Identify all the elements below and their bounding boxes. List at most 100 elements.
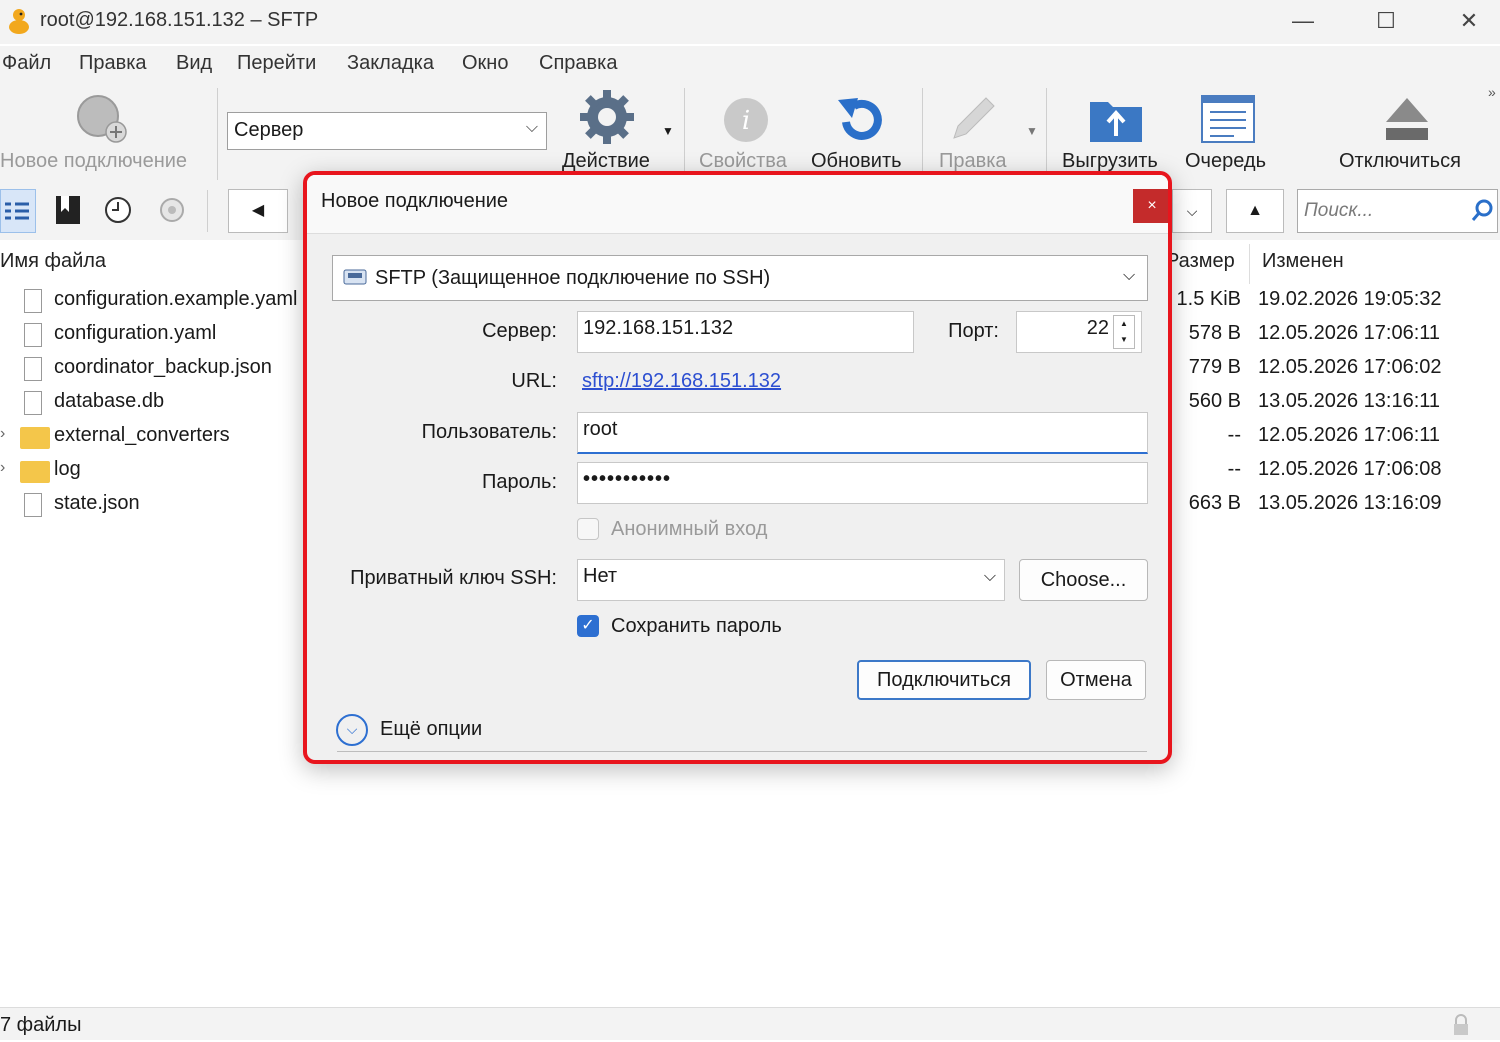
protocol-select[interactable]: SFTP (Защищенное подключение по SSH) ⌵ [332, 255, 1148, 301]
menu-help[interactable]: Справка [539, 52, 617, 75]
close-window-button[interactable]: ✕ [1449, 6, 1489, 36]
file-name: coordinator_backup.json [54, 356, 272, 378]
file-size: -- [1227, 424, 1241, 446]
expand-options-icon[interactable]: ⌵ [336, 714, 368, 746]
ssh-key-label: Приватный ключ SSH: [350, 567, 557, 589]
info-icon: i [722, 96, 770, 144]
window-title: root@192.168.151.132 – SFTP [40, 9, 319, 31]
dialog-close-button[interactable]: × [1133, 189, 1168, 223]
username-input[interactable]: root [577, 412, 1148, 454]
file-modified: 12.05.2026 17:06:11 [1258, 322, 1441, 344]
column-header-modified[interactable]: Изменен [1262, 250, 1344, 273]
sftp-drive-icon [343, 266, 367, 288]
menu-window[interactable]: Окно [462, 52, 508, 75]
search-input[interactable]: Поиск... [1297, 189, 1498, 233]
eject-icon [1384, 96, 1430, 144]
port-spinner[interactable]: ▲ ▼ [1113, 315, 1135, 349]
toolbar-overflow-icon[interactable]: » [1488, 84, 1496, 100]
protocol-value: SFTP (Защищенное подключение по SSH) [375, 267, 771, 289]
menu-bar: Файл Правка Вид Перейти Закладка Окно Сп… [0, 46, 1500, 80]
column-header-name[interactable]: Имя файла [0, 250, 106, 273]
server-label: Сервер: [482, 320, 557, 342]
file-name: state.json [54, 492, 140, 514]
new-connection-button[interactable]: Новое подключение [0, 150, 187, 173]
svg-text:i: i [742, 106, 750, 136]
toolbar-separator [217, 88, 218, 180]
back-button[interactable]: ◀ [228, 189, 288, 233]
chevron-down-icon: ⌵ [983, 568, 996, 585]
file-modified: 12.05.2026 17:06:02 [1258, 356, 1442, 378]
dialog-title: Новое подключение [321, 190, 509, 212]
refresh-icon [832, 92, 888, 148]
port-label: Порт: [948, 320, 999, 342]
path-dropdown-button[interactable]: ⌵ [1172, 189, 1212, 233]
toolbar-separator [922, 88, 923, 180]
cancel-button[interactable]: Отмена [1046, 660, 1146, 700]
json-file-icon [24, 493, 42, 517]
file-name: configuration.example.yaml [54, 288, 298, 310]
folder-icon [20, 427, 50, 449]
file-modified: 19.02.2026 19:05:32 [1258, 288, 1442, 310]
url-link[interactable]: sftp://192.168.151.132 [582, 370, 781, 393]
json-file-icon [24, 357, 42, 381]
gear-icon [578, 88, 636, 146]
title-bar: root@192.168.151.132 – SFTP — ☐ ✕ [0, 0, 1500, 44]
menu-file[interactable]: Файл [2, 52, 51, 75]
bookmarks-icon[interactable] [50, 192, 86, 228]
file-modified: 12.05.2026 17:06:08 [1258, 458, 1442, 480]
file-modified: 12.05.2026 17:06:11 [1258, 424, 1441, 446]
browser-view-toggle[interactable] [0, 189, 36, 233]
column-divider [1249, 244, 1250, 284]
upload-button[interactable]: Выгрузить [1062, 150, 1158, 173]
connect-button[interactable]: Подключиться [857, 660, 1031, 700]
maximize-button[interactable]: ☐ [1366, 6, 1406, 36]
yaml-file-icon [24, 289, 42, 313]
status-file-count: 7 файлы [0, 1014, 82, 1036]
chevron-down-icon: ⌵ [525, 119, 538, 136]
file-name: log [54, 458, 81, 480]
yaml-file-icon [24, 323, 42, 347]
search-icon [1470, 198, 1496, 224]
history-clock-icon[interactable] [100, 192, 136, 228]
menu-bookmark[interactable]: Закладка [347, 52, 434, 75]
new-connection-dialog: Новое подключение × SFTP (Защищенное под… [303, 171, 1172, 764]
app-duck-icon [9, 9, 29, 34]
status-bar: 7 файлы [0, 1007, 1500, 1040]
server-input[interactable]: 192.168.151.132 [577, 311, 914, 353]
minimize-button[interactable]: — [1283, 6, 1323, 36]
properties-button[interactable]: Свойства [699, 150, 787, 173]
edit-button[interactable]: Правка [939, 150, 1007, 173]
refresh-button[interactable]: Обновить [811, 150, 902, 173]
file-size: -- [1227, 458, 1241, 480]
choose-key-button[interactable]: Choose... [1019, 559, 1148, 601]
password-label: Пароль: [482, 471, 557, 493]
expand-chevron-icon[interactable]: › [0, 459, 5, 477]
action-button[interactable]: Действие [562, 150, 650, 173]
database-file-icon [24, 391, 42, 415]
action-dropdown-icon[interactable]: ▼ [662, 124, 674, 138]
anonymous-login-checkbox[interactable] [577, 518, 599, 540]
ssh-key-value: Нет [583, 565, 618, 587]
menu-edit[interactable]: Правка [79, 52, 147, 75]
menu-view[interactable]: Вид [176, 52, 212, 75]
expand-chevron-icon[interactable]: › [0, 425, 5, 443]
bonjour-icon[interactable] [154, 192, 190, 228]
queue-button[interactable]: Очередь [1185, 150, 1266, 173]
edit-dropdown-icon[interactable]: ▼ [1026, 124, 1038, 138]
file-size: 578 B [1188, 322, 1241, 344]
server-bookmark-select[interactable]: Сервер ⌵ [227, 112, 547, 150]
password-input[interactable]: ••••••••••• [577, 462, 1148, 504]
queue-list-icon [1200, 94, 1256, 144]
disconnect-button[interactable]: Отключиться [1339, 150, 1461, 173]
column-header-size[interactable]: Размер [1166, 250, 1235, 273]
menu-go[interactable]: Перейти [237, 52, 316, 75]
file-modified: 13.05.2026 13:16:11 [1258, 390, 1441, 412]
parent-folder-button[interactable]: ▲ [1226, 189, 1284, 233]
more-options-toggle[interactable]: Ещё опции [380, 718, 482, 741]
username-label: Пользователь: [421, 421, 557, 443]
file-size: 663 B [1188, 492, 1241, 514]
ssh-key-select[interactable]: Нет ⌵ [577, 559, 1005, 601]
save-password-checkbox[interactable]: ✓ [577, 615, 599, 637]
chevron-down-icon: ⌵ [1123, 267, 1136, 284]
url-label: URL: [511, 370, 557, 392]
